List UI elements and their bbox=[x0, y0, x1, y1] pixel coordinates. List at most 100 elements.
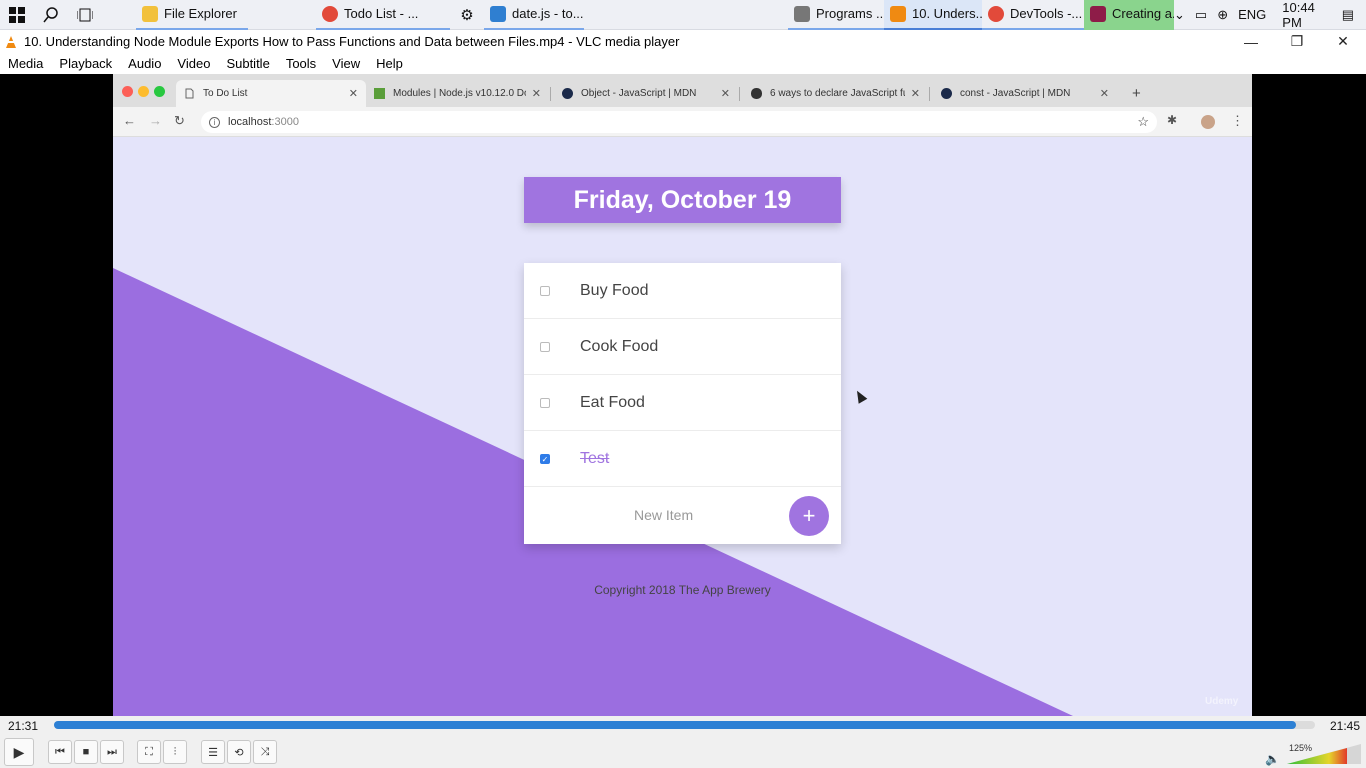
reload-icon[interactable]: ↻ bbox=[174, 113, 185, 129]
taskbar-item-label: date.js - to... bbox=[512, 6, 584, 21]
menu-media[interactable]: Media bbox=[0, 56, 51, 71]
menu-audio[interactable]: Audio bbox=[120, 56, 169, 71]
avatar[interactable] bbox=[1201, 115, 1215, 129]
app-red-button[interactable] bbox=[686, 0, 720, 30]
chevron-up-icon[interactable]: ⌄ bbox=[1174, 7, 1185, 23]
todo-item: Eat Food bbox=[524, 375, 841, 431]
tab-divider bbox=[929, 87, 930, 101]
vlc-title-bar: 10. Understanding Node Module Exports Ho… bbox=[0, 30, 1366, 53]
taskbar-item-label: File Explorer bbox=[164, 6, 237, 21]
play-button[interactable]: ▶ bbox=[4, 738, 34, 766]
previous-button[interactable]: ⏮ bbox=[48, 740, 72, 764]
tab-label: 6 ways to declare JavaScript fu bbox=[770, 88, 905, 99]
new-item-input[interactable]: New Item bbox=[634, 507, 693, 523]
info-icon[interactable]: i bbox=[209, 116, 220, 128]
app-u-button[interactable] bbox=[584, 0, 618, 30]
menu-video[interactable]: Video bbox=[169, 56, 218, 71]
maps-button[interactable] bbox=[720, 0, 754, 30]
item-checkbox-checked[interactable]: ✓ bbox=[540, 453, 550, 464]
fullscreen-button[interactable]: ⛶ bbox=[137, 740, 161, 764]
extended-settings-button[interactable]: ⫶ bbox=[163, 740, 187, 764]
node-button[interactable] bbox=[652, 0, 686, 30]
speaker-icon[interactable]: 🔈 bbox=[1265, 752, 1280, 766]
camera-icon bbox=[794, 5, 810, 22]
tab-label: Object - JavaScript | MDN bbox=[581, 88, 697, 99]
new-tab-button[interactable]: + bbox=[1132, 85, 1141, 102]
edge-button[interactable] bbox=[102, 0, 136, 30]
tab-six-ways[interactable]: 6 ways to declare JavaScript fu ✕ bbox=[743, 80, 928, 107]
close-tab-icon[interactable]: ✕ bbox=[532, 87, 541, 100]
terminal-button[interactable] bbox=[754, 0, 788, 30]
time-elapsed[interactable]: 21:31 bbox=[8, 719, 38, 733]
taskbar-creating[interactable]: Creating a... bbox=[1084, 0, 1174, 30]
search-button[interactable] bbox=[34, 0, 68, 30]
tab-strip: To Do List ✕ Modules | Node.js v10.12.0 … bbox=[113, 74, 1252, 107]
app-c-button[interactable] bbox=[618, 0, 652, 30]
globe-icon[interactable]: ⊕ bbox=[1217, 7, 1228, 23]
mail-button[interactable] bbox=[282, 0, 316, 30]
battery-icon[interactable]: ▭ bbox=[1195, 7, 1207, 23]
tab-divider bbox=[739, 87, 740, 101]
playlist-button[interactable]: ☰ bbox=[201, 740, 225, 764]
more-menu-icon[interactable]: ⋮ bbox=[1231, 113, 1244, 129]
minimize-button[interactable]: — bbox=[1228, 30, 1274, 53]
back-arrow-icon[interactable]: ← bbox=[123, 113, 136, 128]
winrar-icon bbox=[1090, 5, 1106, 22]
taskbar-file-explorer[interactable]: File Explorer bbox=[136, 0, 248, 30]
address-bar[interactable]: i localhost:3000 ☆ bbox=[201, 111, 1157, 133]
store-button[interactable] bbox=[248, 0, 282, 30]
close-tab-icon[interactable]: ✕ bbox=[721, 87, 730, 100]
add-item-button[interactable]: + bbox=[789, 496, 829, 536]
clock[interactable]: 10:44 PM bbox=[1282, 0, 1319, 30]
taskbar-todo-list[interactable]: Todo List - ... bbox=[316, 0, 450, 30]
tab-to-do-list[interactable]: To Do List ✕ bbox=[176, 80, 366, 107]
item-checkbox[interactable] bbox=[540, 341, 550, 352]
time-total[interactable]: 21:45 bbox=[1330, 719, 1360, 733]
start-button[interactable] bbox=[0, 0, 34, 30]
loop-button[interactable]: ⟲ bbox=[227, 740, 251, 764]
volume-slider[interactable] bbox=[1287, 744, 1361, 764]
notification-icon[interactable]: ▤ bbox=[1342, 7, 1354, 23]
tab-divider bbox=[550, 87, 551, 101]
task-view-button[interactable] bbox=[68, 0, 102, 30]
vlc-cone-icon bbox=[6, 35, 16, 48]
udemy-watermark: Udemy bbox=[1205, 696, 1239, 707]
menu-tools[interactable]: Tools bbox=[278, 56, 324, 71]
menu-view[interactable]: View bbox=[324, 56, 368, 71]
tab-const-mdn[interactable]: const - JavaScript | MDN ✕ bbox=[933, 80, 1117, 107]
next-button[interactable]: ⏭ bbox=[100, 740, 124, 764]
shuffle-icon: ⤨ bbox=[260, 745, 270, 758]
stop-button[interactable]: ■ bbox=[74, 740, 98, 764]
close-button[interactable]: ✕ bbox=[1320, 30, 1366, 53]
forward-arrow-icon[interactable]: → bbox=[149, 113, 162, 128]
tab-node-modules[interactable]: Modules | Node.js v10.12.0 Doc ✕ bbox=[366, 80, 549, 107]
taskbar-vlc[interactable]: 10. Unders... bbox=[884, 0, 982, 30]
window-title: 10. Understanding Node Module Exports Ho… bbox=[24, 34, 680, 49]
language-indicator[interactable]: ENG bbox=[1238, 7, 1266, 22]
settings-button[interactable]: ⚙ bbox=[450, 0, 484, 30]
menu-help[interactable]: Help bbox=[368, 56, 411, 71]
video-area[interactable]: To Do List ✕ Modules | Node.js v10.12.0 … bbox=[0, 74, 1366, 716]
item-checkbox[interactable] bbox=[540, 397, 550, 408]
seek-progress-fill bbox=[54, 721, 1297, 729]
seek-slider[interactable] bbox=[54, 721, 1315, 729]
windows-taskbar: File Explorer Todo List - ... ⚙ date.js … bbox=[0, 0, 1366, 30]
taskbar-item-label: Todo List - ... bbox=[344, 6, 419, 21]
close-tab-icon[interactable]: ✕ bbox=[1100, 87, 1109, 100]
menu-subtitle[interactable]: Subtitle bbox=[218, 56, 277, 71]
close-dot-icon bbox=[122, 86, 133, 97]
shuffle-button[interactable]: ⤨ bbox=[253, 740, 277, 764]
menu-playback[interactable]: Playback bbox=[51, 56, 120, 71]
close-tab-icon[interactable]: ✕ bbox=[349, 87, 358, 100]
taskbar-devtools[interactable]: DevTools -... bbox=[982, 0, 1084, 30]
star-icon[interactable]: ☆ bbox=[1137, 114, 1149, 130]
maximize-button[interactable]: ❐ bbox=[1274, 30, 1320, 53]
extension-bug-icon[interactable]: ✱ bbox=[1167, 113, 1177, 127]
taskbar-vscode[interactable]: date.js - to... bbox=[484, 0, 584, 30]
previous-icon: ⏮ bbox=[55, 745, 65, 758]
todo-item: Cook Food bbox=[524, 319, 841, 375]
tab-object-mdn[interactable]: Object - JavaScript | MDN ✕ bbox=[554, 80, 738, 107]
close-tab-icon[interactable]: ✕ bbox=[911, 87, 920, 100]
item-checkbox[interactable] bbox=[540, 285, 550, 296]
taskbar-programs[interactable]: Programs ... bbox=[788, 0, 884, 30]
